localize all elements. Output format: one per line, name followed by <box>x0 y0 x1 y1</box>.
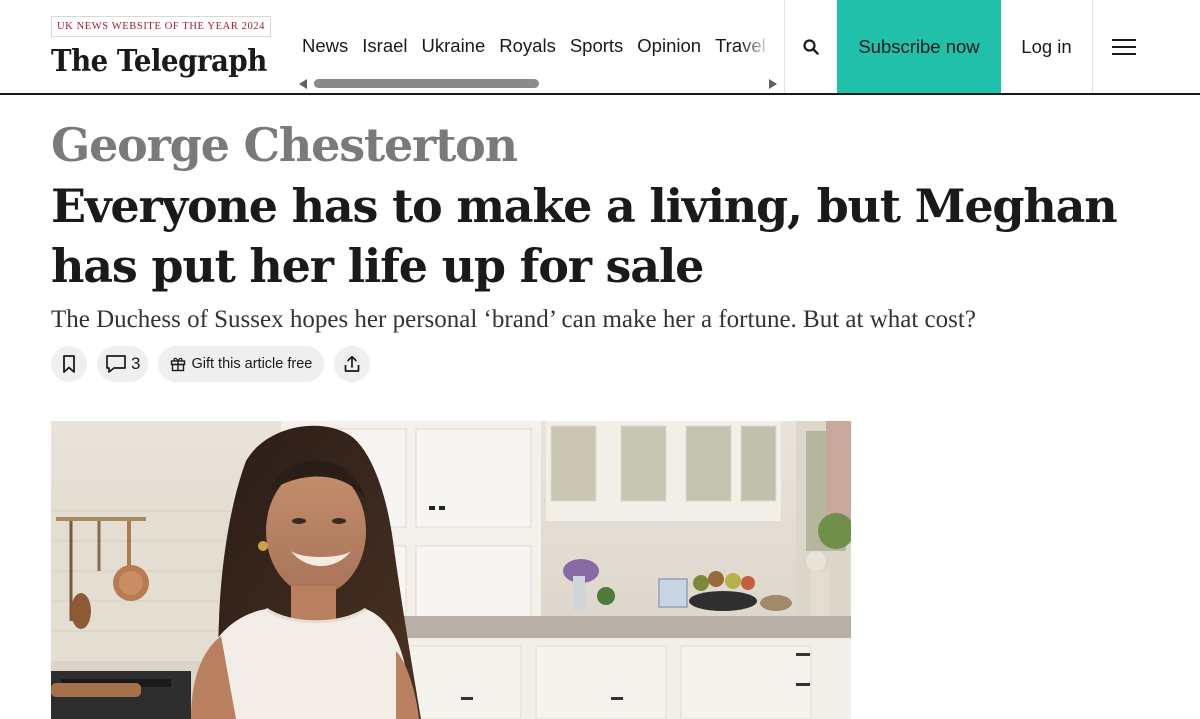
bookmark-button[interactable] <box>51 346 87 382</box>
article-standfirst: The Duchess of Sussex hopes her personal… <box>51 306 976 333</box>
nav-scrollbar[interactable] <box>296 76 780 91</box>
article-actions: 3 Gift this article free <box>51 346 371 382</box>
hero-image[interactable] <box>51 421 851 719</box>
author-byline[interactable]: George Chesterton <box>51 114 518 176</box>
search-icon <box>803 38 819 55</box>
menu-button[interactable] <box>1092 0 1154 93</box>
hamburger-menu-icon <box>1111 38 1136 55</box>
telegraph-logo[interactable]: The Telegraph <box>51 40 267 84</box>
nav-item-sports[interactable]: Sports <box>570 22 623 70</box>
comment-icon <box>106 355 126 373</box>
gift-label: Gift this article free <box>191 356 313 372</box>
nav-item-ukraine[interactable]: Ukraine <box>422 22 486 70</box>
comment-count: 3 <box>131 354 141 373</box>
share-button[interactable] <box>334 346 371 382</box>
bookmark-icon <box>63 355 75 373</box>
gift-icon <box>171 357 186 372</box>
nav-item-royals[interactable]: Royals <box>499 22 556 70</box>
subscribe-button[interactable]: Subscribe now <box>837 0 1001 93</box>
scroll-left-arrow-icon[interactable] <box>299 79 307 89</box>
nav-item-news[interactable]: News <box>302 22 348 70</box>
site-header: UK NEWS WEBSITE OF THE YEAR 2024 The Tel… <box>0 0 1200 95</box>
nav-item-opinion[interactable]: Opinion <box>637 22 701 70</box>
award-badge: UK NEWS WEBSITE OF THE YEAR 2024 <box>51 16 271 37</box>
main-nav: NewsIsraelUkraineRoyalsSportsOpinionTrav… <box>296 22 780 70</box>
share-icon <box>344 355 360 372</box>
scroll-right-arrow-icon[interactable] <box>769 79 777 89</box>
search-button[interactable] <box>784 0 837 93</box>
kitchen-photo <box>51 421 851 719</box>
nav-fade <box>740 22 780 70</box>
scrollbar-thumb[interactable] <box>314 79 539 88</box>
gift-article-button[interactable]: Gift this article free <box>158 346 325 382</box>
comments-button[interactable]: 3 <box>97 346 149 382</box>
nav-item-israel[interactable]: Israel <box>362 22 407 70</box>
login-button[interactable]: Log in <box>1001 0 1092 93</box>
article-headline: Everyone has to make a living, but Megha… <box>51 179 1118 293</box>
